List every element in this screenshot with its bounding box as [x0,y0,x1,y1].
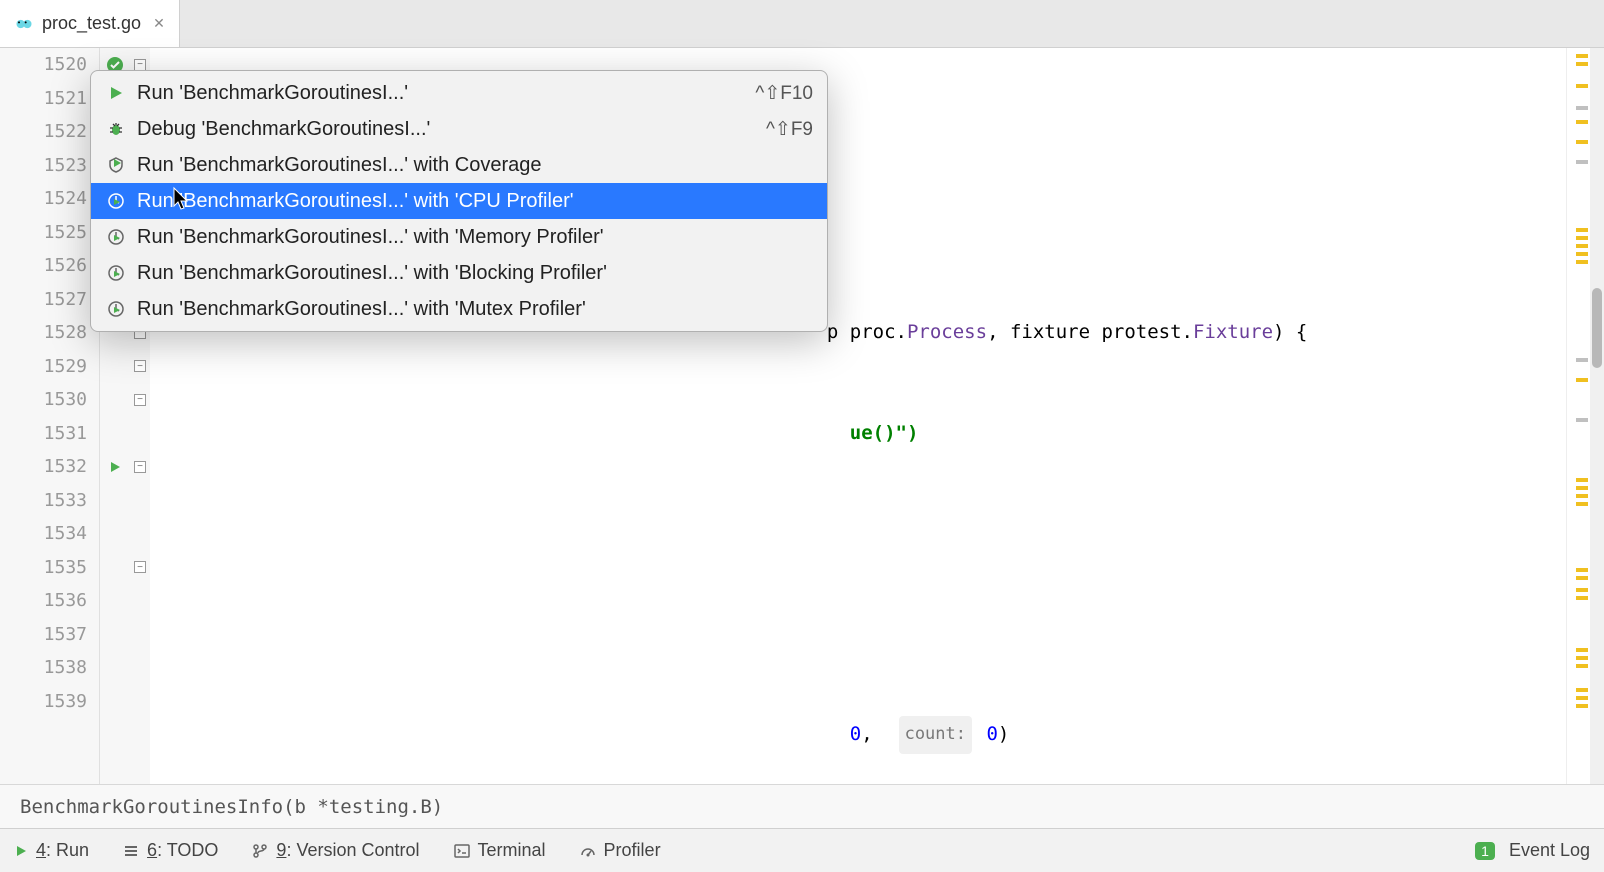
play-icon [14,844,28,858]
profile-icon [105,262,127,284]
branch-icon [252,843,268,859]
go-file-icon [14,14,34,34]
menu-item-profile-5[interactable]: Run 'BenchmarkGoroutinesI...' with 'Bloc… [91,255,827,291]
menu-item-label: Run 'BenchmarkGoroutinesI...' with 'Memo… [137,226,803,249]
event-count-badge: 1 [1475,842,1495,860]
close-icon[interactable]: ✕ [153,15,165,32]
coverage-icon [105,154,127,176]
line-number: 1521 [0,82,99,116]
breadcrumb[interactable]: BenchmarkGoroutinesInfo(b *testing.B) [0,784,1604,828]
profile-icon [105,226,127,248]
terminal-tool-button[interactable]: Terminal [454,840,546,861]
scrollbar-thumb[interactable] [1592,288,1602,368]
line-number: 1520 [0,48,99,82]
menu-item-label: Run 'BenchmarkGoroutinesI...' with 'Mute… [137,298,803,321]
breadcrumb-label: BenchmarkGoroutinesInfo(b *testing.B) [20,796,443,818]
todo-tool-button[interactable]: 6: TODO [123,840,218,861]
code-line: xxxxxxxxxxxxxxxxxxxxxxxxxxxxxxxxxxxxxxxx… [150,417,1566,451]
line-number: 1531 [0,417,99,451]
menu-item-label: Run 'BenchmarkGoroutinesI...' with 'CPU … [137,190,803,213]
code-line: xxxxxxxxxxxxxxxxxxxxxxxxxxxxxxxxxxxxxxxx… [150,718,1566,752]
menu-shortcut: ^⇧F9 [766,118,813,141]
debug-icon [105,118,127,140]
file-tab[interactable]: proc_test.go ✕ [0,0,180,47]
line-number: 1527 [0,283,99,317]
menu-item-run-0[interactable]: Run 'BenchmarkGoroutinesI...' ^⇧F10 [91,75,827,111]
run-icon [105,82,127,104]
line-number: 1526 [0,249,99,283]
terminal-icon [454,843,470,859]
run-tool-button[interactable]: 4: Run [14,840,89,861]
line-number: 1522 [0,115,99,149]
tab-filename: proc_test.go [42,13,141,34]
event-log-button[interactable]: 1 Event Log [1475,840,1590,861]
gauge-icon [580,843,596,859]
fold-handle-icon[interactable]: − [130,383,150,417]
tab-bar: proc_test.go ✕ [0,0,1604,48]
fold-handle-icon[interactable]: − [130,450,150,484]
menu-shortcut: ^⇧F10 [755,82,813,105]
line-number: 1539 [0,685,99,719]
line-number-gutter: 1520 1521 1522 1523 1524 1525 1526 1527 … [0,48,100,784]
menu-item-profile-6[interactable]: Run 'BenchmarkGoroutinesI...' with 'Mute… [91,291,827,327]
profile-icon [105,298,127,320]
fold-handle-icon[interactable]: − [130,350,150,384]
fold-handle-icon[interactable]: − [130,551,150,585]
line-number: 1535 [0,551,99,585]
context-menu: Run 'BenchmarkGoroutinesI...' ^⇧F10 Debug … [90,70,828,332]
menu-item-debug-1[interactable]: Debug 'BenchmarkGoroutinesI...' ^⇧F9 [91,111,827,147]
line-number: 1537 [0,618,99,652]
line-number: 1524 [0,182,99,216]
line-number: 1534 [0,517,99,551]
menu-item-coverage-2[interactable]: Run 'BenchmarkGoroutinesI...' with Cover… [91,147,827,183]
line-number: 1536 [0,584,99,618]
vcs-tool-button[interactable]: 9: Version Control [252,840,419,861]
run-test-icon[interactable] [100,450,130,484]
error-stripe[interactable] [1566,48,1590,784]
profiler-tool-button[interactable]: Profiler [580,840,661,861]
profile-icon [105,190,127,212]
line-number: 1532 [0,450,99,484]
line-number: 1533 [0,484,99,518]
line-number: 1538 [0,651,99,685]
line-number: 1525 [0,216,99,250]
line-number: 1530 [0,383,99,417]
menu-item-label: Run 'BenchmarkGoroutinesI...' with Cover… [137,154,803,177]
scrollbar[interactable] [1590,48,1604,784]
tool-window-bar: 4: Run 6: TODO 9: Version Control Termin… [0,828,1604,872]
line-number: 1528 [0,316,99,350]
menu-item-label: Debug 'BenchmarkGoroutinesI...' [137,118,756,141]
list-icon [123,843,139,859]
menu-item-profile-3[interactable]: Run 'BenchmarkGoroutinesI...' with 'CPU … [91,183,827,219]
menu-item-label: Run 'BenchmarkGoroutinesI...' with 'Bloc… [137,262,803,285]
line-number: 1529 [0,350,99,384]
line-number: 1523 [0,149,99,183]
menu-item-profile-4[interactable]: Run 'BenchmarkGoroutinesI...' with 'Memo… [91,219,827,255]
menu-item-label: Run 'BenchmarkGoroutinesI...' [137,82,745,105]
